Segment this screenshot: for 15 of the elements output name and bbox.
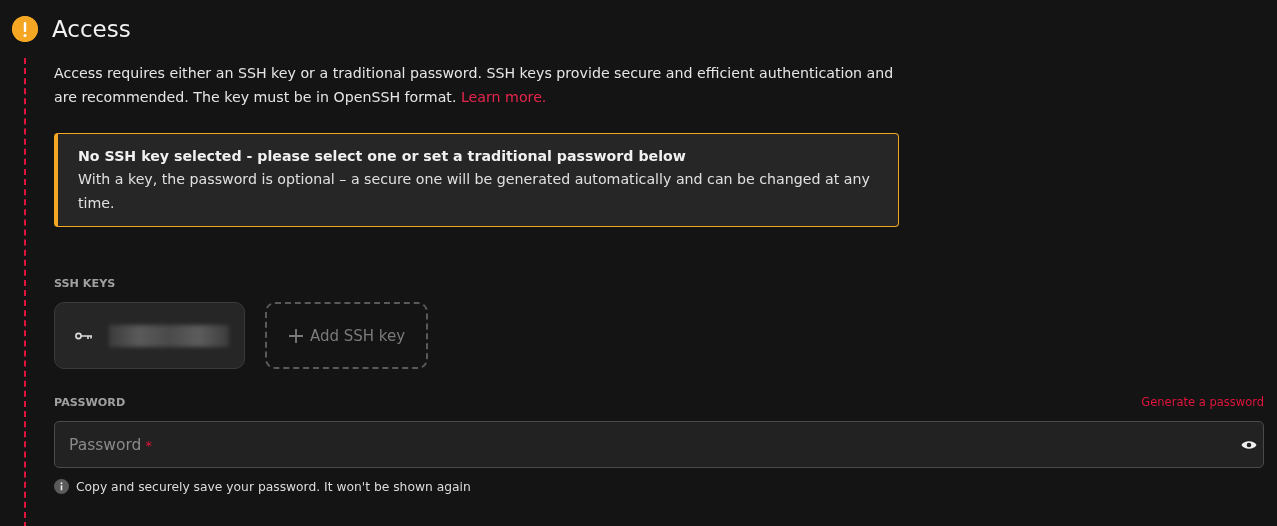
plus-icon xyxy=(287,327,304,344)
alert-body: With a key, the password is optional – a secure one will be generated automatically and can be changed at any time. xyxy=(78,170,871,213)
ssh-keys-label: SSH KEYS xyxy=(54,277,117,290)
intro-text: Access requires either an SSH key or a traditional password. SSH keys provide secure and efficient authentication and are recommended. The key must be in OpenSSH format. Learn more. xyxy=(54,64,895,107)
eye-icon[interactable] xyxy=(1241,438,1257,451)
section-title: Access xyxy=(52,16,131,42)
add-ssh-key-button[interactable]: Add SSH key xyxy=(265,302,428,369)
key-icon xyxy=(75,331,93,340)
alert-title: No SSH key selected - please select one or set a traditional password below xyxy=(78,147,687,166)
password-hint: Copy and securely save your password. It won't be shown again xyxy=(76,479,471,494)
learn-more-link[interactable]: Learn more. xyxy=(460,89,547,105)
password-label: PASSWORD xyxy=(54,396,126,409)
info-icon xyxy=(54,479,69,494)
generate-password-link[interactable]: Generate a password xyxy=(1141,395,1264,409)
password-field[interactable]: Password * xyxy=(54,421,1264,468)
